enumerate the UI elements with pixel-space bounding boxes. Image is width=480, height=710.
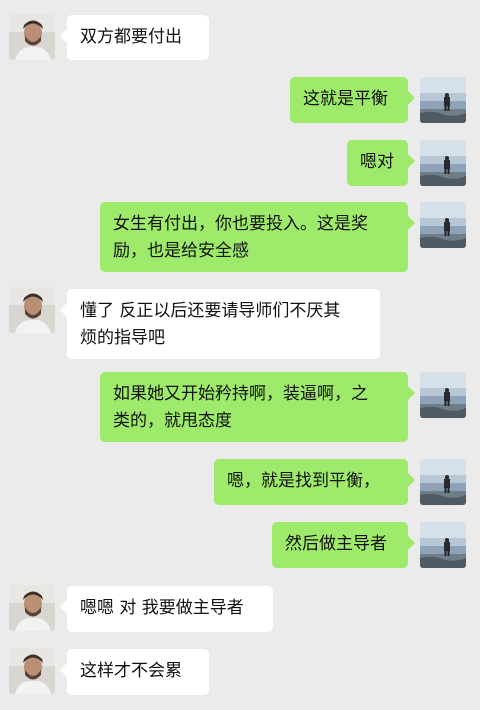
incoming-message-bubble[interactable]: 双方都要付出 (60, 15, 209, 60)
self-avatar[interactable] (420, 140, 466, 186)
outgoing-message-bubble[interactable]: 如果她又开始矜持啊，装逼啊，之 类的，就甩态度 (100, 372, 415, 442)
incoming-message-bubble[interactable]: 懂了 反正以后还要请导师们不厌其 烦的指导吧 (60, 289, 380, 359)
message-row: 女生有付出，你也要投入。这是奖 励，也是给安全感 (0, 202, 480, 274)
message-text: 然后做主导者 (285, 534, 387, 554)
message-text: 嗯，就是找到平衡， (227, 471, 380, 491)
self-avatar[interactable] (420, 372, 466, 418)
self-avatar[interactable] (420, 522, 466, 568)
contact-avatar[interactable] (9, 648, 55, 694)
message-text: 这样才不会累 (80, 661, 182, 681)
message-row: 然后做主导者 (0, 522, 480, 570)
self-avatar[interactable] (420, 459, 466, 505)
message-text: 嗯对 (360, 152, 394, 172)
message-text: 如果她又开始矜持啊，装逼啊，之 类的，就甩态度 (113, 384, 368, 431)
message-row: 懂了 反正以后还要请导师们不厌其 烦的指导吧 (0, 287, 480, 359)
message-text: 女生有付出，你也要投入。这是奖 励，也是给安全感 (113, 214, 368, 261)
outgoing-message-bubble[interactable]: 这就是平衡 (290, 77, 415, 123)
message-row: 如果她又开始矜持啊，装逼啊，之 类的，就甩态度 (0, 372, 480, 444)
self-avatar[interactable] (420, 77, 466, 123)
outgoing-message-bubble[interactable]: 然后做主导者 (272, 522, 415, 568)
message-row: 这就是平衡 (0, 77, 480, 125)
contact-avatar[interactable] (9, 287, 55, 333)
message-text: 懂了 反正以后还要请导师们不厌其 烦的指导吧 (80, 301, 341, 348)
self-avatar[interactable] (420, 202, 466, 248)
message-row: 嗯嗯 对 我要做主导者 (0, 585, 480, 633)
message-text: 双方都要付出 (80, 27, 182, 47)
message-row: 这样才不会累 (0, 648, 480, 696)
message-row: 嗯，就是找到平衡， (0, 459, 480, 507)
message-row: 嗯对 (0, 140, 480, 188)
outgoing-message-bubble[interactable]: 嗯，就是找到平衡， (214, 459, 415, 505)
message-text: 嗯嗯 对 我要做主导者 (80, 598, 244, 618)
outgoing-message-bubble[interactable]: 女生有付出，你也要投入。这是奖 励，也是给安全感 (100, 202, 415, 272)
contact-avatar[interactable] (9, 585, 55, 631)
incoming-message-bubble[interactable]: 这样才不会累 (60, 649, 209, 695)
incoming-message-bubble[interactable]: 嗯嗯 对 我要做主导者 (60, 586, 273, 632)
message-text: 这就是平衡 (303, 89, 388, 109)
contact-avatar[interactable] (9, 14, 55, 60)
outgoing-message-bubble[interactable]: 嗯对 (347, 140, 415, 186)
message-row: 双方都要付出 (0, 14, 480, 62)
